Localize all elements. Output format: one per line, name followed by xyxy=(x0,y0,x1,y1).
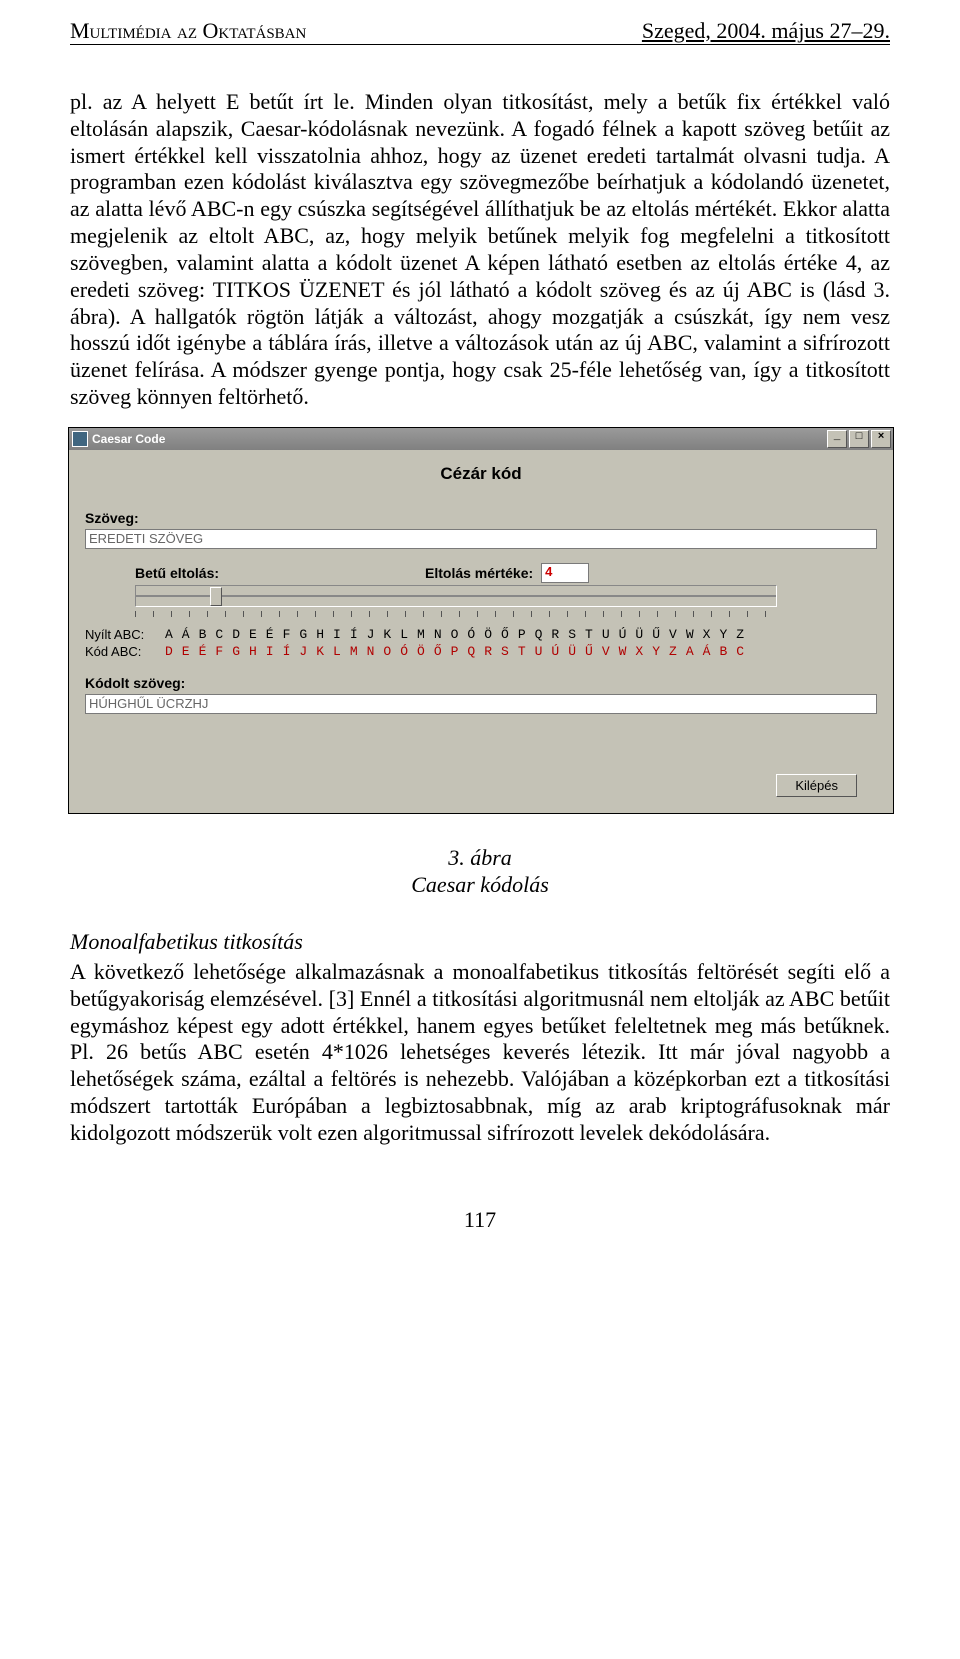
input-szoveg[interactable] xyxy=(85,529,877,549)
paragraph-2: A következő lehetősége alkalmazásnak a m… xyxy=(70,959,890,1147)
paragraph-1: pl. az A helyett E betűt írt le. Minden … xyxy=(70,89,890,411)
app-heading: Cézár kód xyxy=(85,464,877,484)
slider-ticks xyxy=(135,611,775,617)
caption-line1: 3. ábra xyxy=(70,844,890,872)
exit-button[interactable]: Kilépés xyxy=(776,774,857,797)
label-kodolt-szoveg: Kódolt szöveg: xyxy=(85,675,877,691)
minimize-button[interactable]: _ xyxy=(827,430,847,448)
label-betu-eltolas: Betű eltolás: xyxy=(135,565,415,581)
label-kod-abc: Kód ABC: xyxy=(85,644,165,659)
eltolas-slider[interactable] xyxy=(135,585,777,607)
eltolas-value[interactable]: 4 xyxy=(541,563,589,583)
kod-abc-letters: DEÉFGHIÍJKLMNOÓÖŐPQRSTUÚÜŰVWXYZAÁBC xyxy=(165,644,753,659)
label-szoveg: Szöveg: xyxy=(85,510,877,526)
running-header-right: Szeged, 2004. május 27–29. xyxy=(642,18,890,44)
subheading-mono: Monoalfabetikus titkosítás xyxy=(70,929,890,955)
running-header-left: Multimédia az Oktatásban xyxy=(70,18,306,44)
caption-line2: Caesar kódolás xyxy=(70,871,890,899)
close-button[interactable]: × xyxy=(871,430,891,448)
output-kodolt[interactable] xyxy=(85,694,877,714)
titlebar[interactable]: Caesar Code _ □ × xyxy=(69,428,893,450)
label-eltolas-merteke: Eltolás mértéke: xyxy=(425,565,533,581)
page-number: 117 xyxy=(70,1207,890,1233)
app-icon xyxy=(72,431,88,447)
slider-thumb[interactable] xyxy=(210,587,222,606)
figure-caption: 3. ábra Caesar kódolás xyxy=(70,844,890,899)
label-nyilt-abc: Nyílt ABC: xyxy=(85,627,165,642)
maximize-button[interactable]: □ xyxy=(849,430,869,448)
nyilt-abc-letters: AÁBCDEÉFGHIÍJKLMNOÓÖŐPQRSTUÚÜŰVWXYZ xyxy=(165,627,753,642)
caesar-window: Caesar Code _ □ × Cézár kód Szöveg: Betű… xyxy=(68,427,894,814)
window-title: Caesar Code xyxy=(92,432,165,446)
